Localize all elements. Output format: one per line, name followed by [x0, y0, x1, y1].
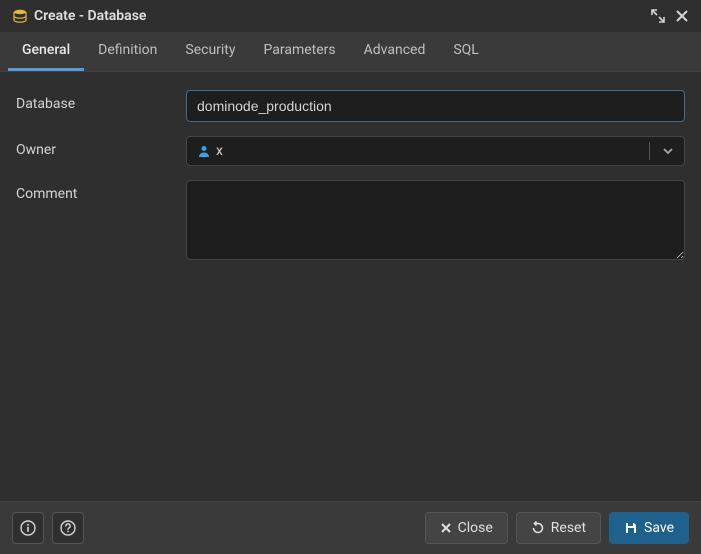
label-comment: Comment	[16, 180, 186, 202]
label-database: Database	[16, 90, 186, 112]
tab-advanced[interactable]: Advanced	[350, 32, 440, 71]
tabs: General Definition Security Parameters A…	[0, 32, 701, 72]
help-button[interactable]	[52, 512, 84, 544]
save-icon	[624, 521, 638, 535]
reset-button[interactable]: Reset	[516, 512, 601, 544]
owner-selected-value: x	[193, 141, 227, 161]
form-area: Database Owner x	[0, 72, 701, 501]
owner-select[interactable]: x	[186, 136, 685, 166]
footer: Close Reset Save	[0, 501, 701, 554]
reset-icon	[531, 521, 545, 535]
close-button-label: Close	[458, 520, 493, 536]
reset-button-label: Reset	[551, 520, 586, 536]
label-owner: Owner	[16, 136, 186, 158]
tab-definition[interactable]: Definition	[84, 32, 171, 71]
create-database-dialog: Create - Database General Definition Sec…	[0, 0, 701, 554]
title-actions	[651, 9, 689, 23]
save-button-label: Save	[644, 520, 674, 536]
x-icon	[440, 522, 452, 534]
tab-parameters[interactable]: Parameters	[250, 32, 350, 71]
tab-general[interactable]: General	[8, 32, 84, 71]
comment-textarea[interactable]	[186, 180, 685, 260]
info-button[interactable]	[12, 512, 44, 544]
tab-sql[interactable]: SQL	[439, 32, 492, 71]
dialog-title: Create - Database	[34, 8, 146, 24]
title-left: Create - Database	[12, 8, 146, 24]
row-owner: Owner x	[16, 136, 685, 166]
database-input[interactable]	[186, 90, 685, 122]
row-database: Database	[16, 90, 685, 122]
owner-value-text: x	[216, 143, 223, 159]
row-comment: Comment	[16, 180, 685, 264]
save-button[interactable]: Save	[609, 512, 689, 544]
chevron-down-icon[interactable]	[658, 143, 678, 159]
maximize-icon[interactable]	[651, 9, 665, 23]
database-icon	[12, 8, 28, 24]
tab-security[interactable]: Security	[171, 32, 249, 71]
close-button[interactable]: Close	[425, 512, 508, 544]
close-icon[interactable]	[675, 9, 689, 23]
titlebar: Create - Database	[0, 0, 701, 32]
user-icon	[197, 144, 211, 158]
